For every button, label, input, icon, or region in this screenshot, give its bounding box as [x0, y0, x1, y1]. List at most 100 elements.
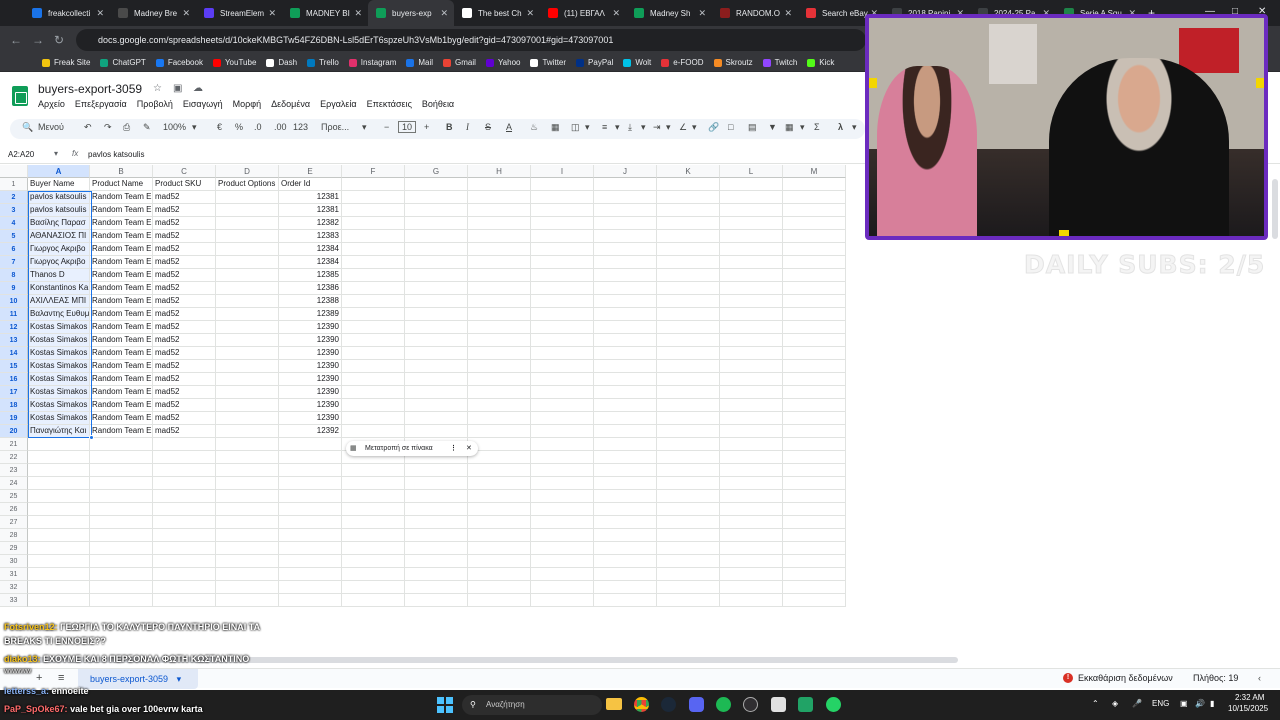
row-header[interactable]: 5 — [0, 230, 28, 243]
table-cell[interactable] — [594, 451, 657, 464]
table-cell[interactable]: Παναγιώτης Και — [28, 425, 90, 438]
table-cell[interactable] — [657, 308, 720, 321]
discord-icon[interactable] — [689, 697, 704, 712]
table-cell[interactable] — [531, 243, 594, 256]
table-cell[interactable] — [468, 399, 531, 412]
table-cell[interactable]: Random Team E — [90, 308, 153, 321]
table-cell[interactable] — [279, 568, 342, 581]
tab-close-icon[interactable]: ✕ — [354, 8, 362, 19]
table-cell[interactable] — [657, 516, 720, 529]
table-cell[interactable] — [342, 529, 405, 542]
table-cell[interactable] — [28, 490, 90, 503]
spotify-icon[interactable] — [716, 697, 731, 712]
table-cell[interactable] — [468, 594, 531, 607]
fill-color-icon[interactable]: ♨ — [530, 122, 538, 133]
row-header[interactable]: 2 — [0, 191, 28, 204]
table-cell[interactable] — [468, 464, 531, 477]
table-cell[interactable] — [531, 217, 594, 230]
explore-icon[interactable]: ‹ — [1258, 673, 1261, 683]
table-cell[interactable] — [594, 516, 657, 529]
table-cell[interactable] — [657, 243, 720, 256]
filter-views-chevron-down-icon[interactable]: ▾ — [800, 122, 805, 133]
merge-cells-icon[interactable]: ◫ — [571, 122, 580, 133]
bookmark-item[interactable]: Skroutz — [713, 58, 753, 67]
table-cell[interactable] — [279, 516, 342, 529]
table-cell[interactable] — [28, 464, 90, 477]
table-cell[interactable]: Kostas Simakos — [28, 412, 90, 425]
table-cell[interactable] — [657, 204, 720, 217]
table-cell[interactable] — [783, 503, 846, 516]
whatsapp-icon[interactable] — [826, 697, 841, 712]
table-cell[interactable] — [531, 568, 594, 581]
column-header[interactable]: M — [783, 165, 846, 178]
undo-icon[interactable]: ↶ — [84, 122, 92, 133]
table-cell[interactable] — [783, 529, 846, 542]
table-cell[interactable] — [594, 542, 657, 555]
row-header[interactable]: 16 — [0, 373, 28, 386]
bookmark-item[interactable]: Trello — [307, 58, 339, 67]
table-cell[interactable] — [342, 204, 405, 217]
bookmark-item[interactable]: Yahoo — [485, 58, 520, 67]
bookmark-item[interactable]: Wolt — [623, 58, 651, 67]
table-cell[interactable] — [720, 282, 783, 295]
table-cell[interactable] — [657, 542, 720, 555]
table-cell[interactable] — [28, 516, 90, 529]
table-cell[interactable] — [153, 516, 216, 529]
table-cell[interactable]: mad52 — [153, 334, 216, 347]
table-cell[interactable] — [720, 425, 783, 438]
table-cell[interactable] — [531, 269, 594, 282]
table-cell[interactable]: mad52 — [153, 282, 216, 295]
table-cell[interactable] — [720, 412, 783, 425]
table-cell[interactable]: Random Team E — [90, 282, 153, 295]
bookmark-item[interactable]: Instagram — [348, 58, 396, 67]
table-cell[interactable] — [531, 347, 594, 360]
table-cell[interactable] — [657, 451, 720, 464]
table-cell[interactable] — [468, 490, 531, 503]
reload-icon[interactable]: ↻ — [54, 33, 64, 47]
close-chip-icon[interactable]: ✕ — [466, 441, 472, 456]
table-cell[interactable] — [279, 503, 342, 516]
vertical-align-icon[interactable]: ⤓ — [628, 122, 632, 133]
language-indicator[interactable]: ENG — [1152, 699, 1169, 708]
table-cell[interactable] — [405, 425, 468, 438]
tab-close-icon[interactable]: ✕ — [440, 8, 448, 19]
table-cell[interactable]: 12386 — [279, 282, 342, 295]
row-header[interactable]: 18 — [0, 399, 28, 412]
table-cell[interactable] — [153, 594, 216, 607]
table-cell[interactable]: mad52 — [153, 347, 216, 360]
table-cell[interactable] — [405, 373, 468, 386]
table-cell[interactable] — [405, 230, 468, 243]
table-cell[interactable] — [783, 347, 846, 360]
table-cell[interactable]: Konstantinos Ka — [28, 282, 90, 295]
row-header[interactable]: 23 — [0, 464, 28, 477]
table-cell[interactable] — [468, 321, 531, 334]
table-cell[interactable] — [783, 490, 846, 503]
table-cell[interactable] — [720, 555, 783, 568]
table-cell[interactable]: mad52 — [153, 230, 216, 243]
table-cell[interactable] — [342, 477, 405, 490]
table-cell[interactable] — [468, 360, 531, 373]
table-cell[interactable]: Kostas Simakos — [28, 321, 90, 334]
table-cell[interactable]: Γιωργος Ακριβο — [28, 256, 90, 269]
table-cell[interactable]: Βασίλης Παρασ — [28, 217, 90, 230]
table-cell[interactable] — [720, 321, 783, 334]
row-header[interactable]: 26 — [0, 503, 28, 516]
row-header[interactable]: 15 — [0, 360, 28, 373]
table-cell[interactable] — [657, 503, 720, 516]
table-cell[interactable] — [405, 516, 468, 529]
table-cell[interactable] — [531, 295, 594, 308]
align-chevron-down-icon[interactable]: ▾ — [615, 122, 620, 133]
doc-title[interactable]: buyers-export-3059 — [38, 82, 142, 96]
table-cell[interactable] — [216, 295, 279, 308]
row-header[interactable]: 8 — [0, 269, 28, 282]
table-cell[interactable] — [342, 321, 405, 334]
table-cell[interactable] — [468, 282, 531, 295]
font-chevron-down-icon[interactable]: ▾ — [362, 122, 367, 133]
row-header[interactable]: 3 — [0, 204, 28, 217]
table-cell[interactable] — [468, 256, 531, 269]
table-cell[interactable] — [657, 399, 720, 412]
insert-comment-icon[interactable]: □ — [728, 122, 733, 132]
row-header[interactable]: 22 — [0, 451, 28, 464]
table-cell[interactable] — [28, 503, 90, 516]
table-cell[interactable] — [153, 503, 216, 516]
